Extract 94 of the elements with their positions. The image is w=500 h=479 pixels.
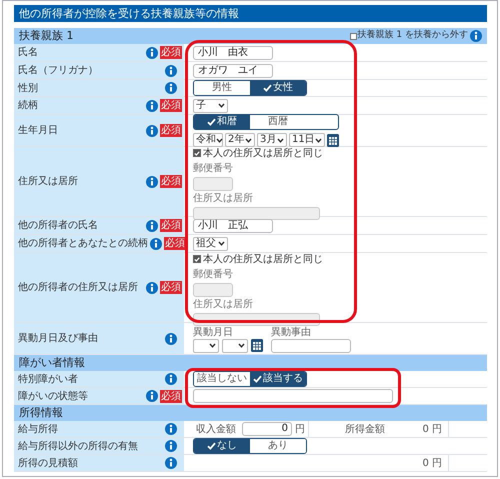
field-name: 続柄 xyxy=(18,98,38,113)
toggle-option[interactable]: なし xyxy=(194,439,250,453)
required-badge: 必須 xyxy=(160,281,182,294)
info-icon[interactable] xyxy=(146,282,158,294)
check-icon xyxy=(263,84,272,92)
field-name: 氏名（フリガナ） xyxy=(18,64,98,78)
dropdown[interactable]: 3月 xyxy=(257,133,287,147)
checkbox[interactable] xyxy=(193,149,201,157)
dropdown[interactable]: 2年 xyxy=(225,133,255,147)
calendar-icon[interactable] xyxy=(327,134,339,146)
field-label: 異動事由 xyxy=(271,326,312,338)
info-icon[interactable] xyxy=(165,332,177,344)
required-badge: 必須 xyxy=(160,99,182,112)
toggle-option[interactable]: 女性 xyxy=(250,81,306,95)
info-icon[interactable] xyxy=(146,100,158,112)
dropdown[interactable] xyxy=(222,338,248,352)
info-icon[interactable] xyxy=(165,440,177,452)
field-name: 氏名 xyxy=(18,46,38,60)
required-badge: 必須 xyxy=(160,175,182,188)
toggle-option[interactable]: 和暦 xyxy=(194,115,250,129)
info-icon[interactable] xyxy=(165,423,177,435)
field-label: 郵便番号 xyxy=(193,268,234,280)
amount-field[interactable]: 0 xyxy=(242,422,292,436)
required-badge: 必須 xyxy=(164,237,186,250)
text-field[interactable]: オガワ ユイ xyxy=(193,64,273,78)
section-title: 障がい者情報 xyxy=(19,354,85,371)
info-icon[interactable] xyxy=(470,30,482,42)
field-name: 他の所得者の住所又は居所 xyxy=(18,280,138,295)
info-icon[interactable] xyxy=(165,82,177,94)
chevron-down-icon xyxy=(218,103,225,108)
field-label: 住所又は居所 xyxy=(193,298,254,310)
check-icon xyxy=(207,118,216,126)
check-icon xyxy=(207,442,216,450)
field-name: 生年月日 xyxy=(18,124,58,138)
info-icon[interactable] xyxy=(150,238,162,250)
chevron-down-icon xyxy=(218,241,225,246)
text-field[interactable] xyxy=(271,338,351,352)
field-name: 他の所得者とあなたとの続柄 xyxy=(18,236,148,251)
info-icon[interactable] xyxy=(146,176,158,188)
section-title: 扶養親族 1 xyxy=(19,28,74,44)
info-icon[interactable] xyxy=(146,124,158,136)
field-label: 所得金額 xyxy=(345,422,385,436)
amount-value: 0 円 xyxy=(422,456,442,470)
postal-code-field xyxy=(193,176,233,190)
info-icon[interactable] xyxy=(165,373,177,385)
field-name: 特別障がい者 xyxy=(18,372,78,386)
field-name: 他の所得者の氏名 xyxy=(18,218,98,233)
amount-value: 0 円 xyxy=(422,422,442,436)
toggle-option[interactable]: 該当する xyxy=(250,372,306,386)
field-label: 郵便番号 xyxy=(193,162,234,174)
calendar-icon[interactable] xyxy=(251,339,263,352)
field-name: 所得の見積額 xyxy=(18,456,78,470)
required-badge: 必須 xyxy=(160,124,182,137)
info-icon[interactable] xyxy=(146,390,158,402)
info-icon[interactable] xyxy=(165,64,177,76)
field-name: 給与所得以外の所得の有無 xyxy=(18,440,138,454)
checkbox-label: 扶養親族 1 を扶養から外す xyxy=(358,29,468,42)
text-field[interactable]: 小川 正弘 xyxy=(193,218,273,232)
info-icon[interactable] xyxy=(165,457,177,469)
field-name: 給与所得 xyxy=(18,422,58,436)
field-name: 異動月日及び事由 xyxy=(18,332,98,346)
text-field[interactable]: 小川 由衣 xyxy=(193,46,273,60)
dropdown[interactable]: 令和 xyxy=(193,133,223,147)
info-icon[interactable] xyxy=(146,220,158,232)
checkbox[interactable] xyxy=(193,255,201,263)
field-name: 性別 xyxy=(18,82,38,96)
page-title: 他の所得者が控除を受ける扶養親族等の情報 xyxy=(14,5,487,22)
field-name: 住所又は居所 xyxy=(18,174,78,189)
dropdown[interactable]: 子 xyxy=(193,98,228,112)
field-label: 異動月日 xyxy=(193,326,234,338)
checkbox-label: 本人の住所又は居所と同じ xyxy=(203,252,323,266)
dropdown[interactable] xyxy=(193,338,219,352)
field-label: 住所又は居所 xyxy=(193,192,254,204)
dropdown[interactable]: 11日 xyxy=(289,133,325,147)
info-icon[interactable] xyxy=(146,46,158,58)
required-badge: 必須 xyxy=(160,390,182,402)
required-badge: 必須 xyxy=(160,219,182,232)
unit-label: 円 xyxy=(295,422,305,436)
chevron-down-icon xyxy=(216,138,223,142)
chevron-down-icon xyxy=(209,343,216,348)
postal-code-field xyxy=(193,282,233,296)
required-badge: 必須 xyxy=(160,46,182,59)
chevron-down-icon xyxy=(277,138,284,142)
chevron-down-icon xyxy=(238,343,245,348)
dropdown[interactable]: 祖父 xyxy=(193,236,228,250)
checkbox-label: 本人の住所又は居所と同じ xyxy=(203,146,323,160)
chevron-down-icon xyxy=(315,138,322,142)
check-icon xyxy=(253,375,262,383)
section-title: 所得情報 xyxy=(19,404,63,421)
text-field[interactable] xyxy=(193,389,393,403)
field-label: 収入金額 xyxy=(196,422,236,436)
field-name: 障がいの状態等 xyxy=(18,390,88,404)
chevron-down-icon xyxy=(245,138,252,142)
checkbox[interactable] xyxy=(350,32,357,40)
